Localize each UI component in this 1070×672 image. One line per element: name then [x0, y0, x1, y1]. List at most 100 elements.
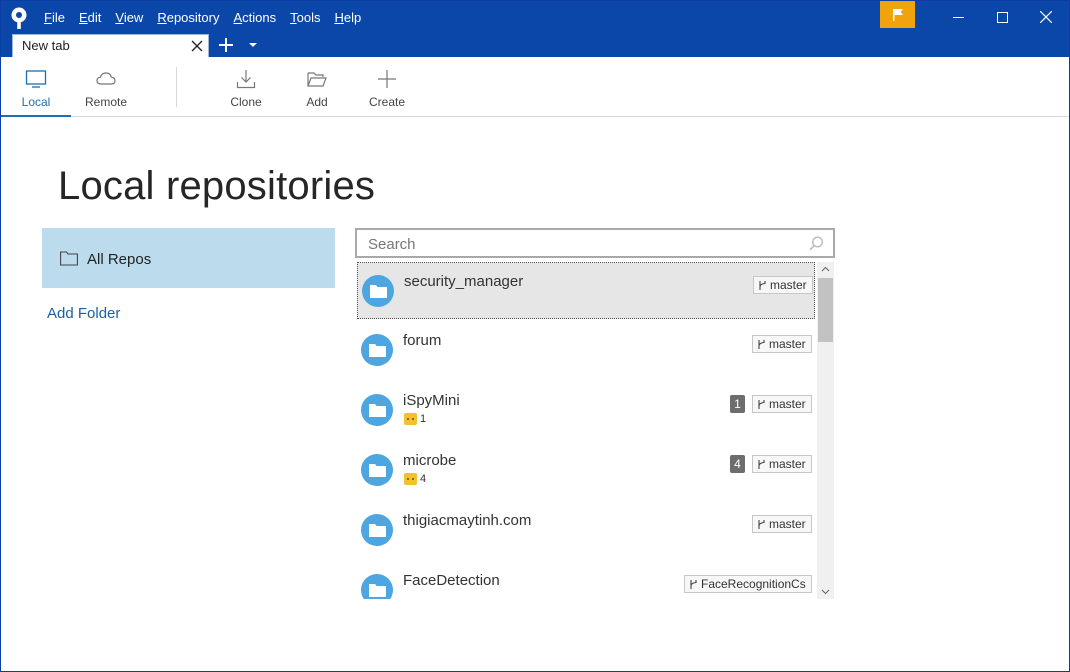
menu-item-label: ools: [296, 9, 321, 25]
scroll-up-icon[interactable]: [817, 262, 834, 276]
branch-badge: master: [752, 335, 812, 353]
branch-icon: [758, 519, 765, 529]
add-button[interactable]: Add: [286, 57, 348, 117]
tab-new-tab[interactable]: New tab: [12, 34, 209, 57]
menu-item-mnemonic: H: [334, 9, 344, 25]
uncommitted-changes: 4: [404, 473, 426, 485]
folder-icon: [369, 464, 386, 477]
tab-label: New tab: [22, 38, 70, 53]
repo-name: forum: [403, 332, 442, 349]
repo-row[interactable]: forum master: [357, 322, 815, 379]
menu-item[interactable]: Help: [334, 10, 361, 25]
toolbar: Local Remote Clone Add Create: [1, 57, 1069, 117]
menu-item-label: ctions: [242, 9, 277, 25]
maximize-button[interactable]: [979, 1, 1025, 33]
sidebar-item-label: All Repos: [87, 251, 152, 268]
repo-name: FaceDetection: [403, 572, 500, 589]
create-button[interactable]: Create: [356, 57, 418, 117]
local-label: Local: [21, 95, 51, 109]
tab-close-icon[interactable]: [189, 38, 205, 54]
search-input[interactable]: [368, 235, 788, 253]
cloud-icon: [96, 72, 116, 85]
branch-icon: [758, 399, 765, 409]
branch-icon: [759, 280, 766, 290]
search-icon: [809, 236, 824, 251]
branch-badge: FaceRecognitionCs: [684, 575, 812, 593]
add-folder-link[interactable]: Add Folder: [47, 305, 120, 322]
create-label: Create: [368, 95, 406, 109]
menu-item-label: epository: [166, 9, 220, 25]
branch-icon: [758, 339, 765, 349]
search-box: [355, 228, 835, 258]
menu-item-mnemonic: V: [115, 9, 124, 25]
repo-row[interactable]: security_manager master: [357, 262, 815, 319]
new-tab-plus-icon[interactable]: [215, 35, 237, 55]
menu-item-label: dit: [87, 9, 102, 25]
tab-strip: New tab: [1, 33, 1069, 57]
repo-row[interactable]: thigiacmaytinh.com master: [357, 502, 815, 559]
menu-item-label: ile: [51, 9, 65, 25]
monitor-icon: [25, 70, 47, 88]
toolbar-divider: [176, 67, 177, 107]
remote-tab-button[interactable]: Remote: [73, 57, 139, 117]
minimize-button[interactable]: [935, 1, 981, 33]
menu-item-label: elp: [343, 9, 362, 25]
branch-name: FaceRecognitionCs: [701, 577, 806, 591]
close-icon: [1040, 11, 1052, 23]
menu-item-mnemonic: E: [78, 9, 88, 25]
local-tab-button[interactable]: Local: [1, 57, 71, 117]
repo-row[interactable]: FaceDetection FaceRecognitionCs: [357, 562, 815, 599]
clone-button[interactable]: Clone: [215, 57, 277, 117]
sidebar-item-all-repos[interactable]: All Repos: [42, 228, 335, 288]
menu-item[interactable]: Edit: [79, 10, 101, 25]
active-tab-indicator: [1, 115, 71, 117]
repo-row[interactable]: iSpyMini 1 master 1: [357, 382, 815, 439]
menu-item-mnemonic: A: [233, 9, 243, 25]
folder-icon: [369, 404, 386, 417]
menu-bar: File Edit View Repository Actions Tools Help: [44, 1, 375, 33]
menu-item[interactable]: View: [115, 10, 143, 25]
title-bar: File Edit View Repository Actions Tools Help: [1, 1, 1069, 33]
repository-list-scrollbar[interactable]: [817, 262, 834, 599]
close-window-button[interactable]: [1023, 1, 1069, 33]
repo-avatar: [361, 454, 393, 486]
menu-item[interactable]: Repository: [157, 10, 219, 25]
branch-name: master: [770, 278, 807, 292]
scroll-down-icon[interactable]: [817, 585, 834, 599]
plus-icon: [378, 70, 396, 88]
menu-item[interactable]: File: [44, 10, 65, 25]
menu-item[interactable]: Tools: [290, 10, 320, 25]
sourcetree-logo-icon: [11, 7, 27, 29]
changes-count: 4: [420, 473, 427, 485]
changes-count: 1: [420, 413, 427, 425]
branch-badge: master: [752, 395, 812, 413]
page-title: Local repositories: [58, 164, 376, 208]
branch-name: master: [769, 397, 806, 411]
scroll-thumb[interactable]: [818, 278, 833, 342]
repo-avatar: [361, 514, 393, 546]
app-window: File Edit View Repository Actions Tools Help N…: [0, 0, 1070, 672]
folder-icon: [369, 524, 386, 537]
uncommitted-changes: 1: [404, 413, 426, 425]
branch-name: master: [769, 457, 806, 471]
outgoing-count-badge: 4: [730, 455, 745, 473]
branch-name: master: [769, 517, 806, 531]
notification-flag-button[interactable]: [880, 1, 915, 28]
tab-list-chevron-down-icon[interactable]: [247, 39, 259, 51]
repo-name: microbe: [403, 452, 457, 469]
repo-avatar: [361, 574, 393, 599]
maximize-icon: [996, 11, 1008, 23]
repo-avatar: [361, 334, 393, 366]
branch-name: master: [769, 337, 806, 351]
repo-row[interactable]: microbe 4 master 4: [357, 442, 815, 499]
repo-name: security_manager: [404, 273, 524, 290]
branch-badge: master: [752, 515, 812, 533]
minimize-icon: [952, 16, 964, 18]
menu-item-label: iew: [123, 9, 144, 25]
folder-icon: [369, 344, 386, 357]
clone-label: Clone: [230, 95, 262, 109]
repo-name: iSpyMini: [403, 392, 460, 409]
outgoing-count-badge: 1: [730, 395, 745, 413]
branch-icon: [758, 459, 765, 469]
menu-item[interactable]: Actions: [233, 10, 276, 25]
